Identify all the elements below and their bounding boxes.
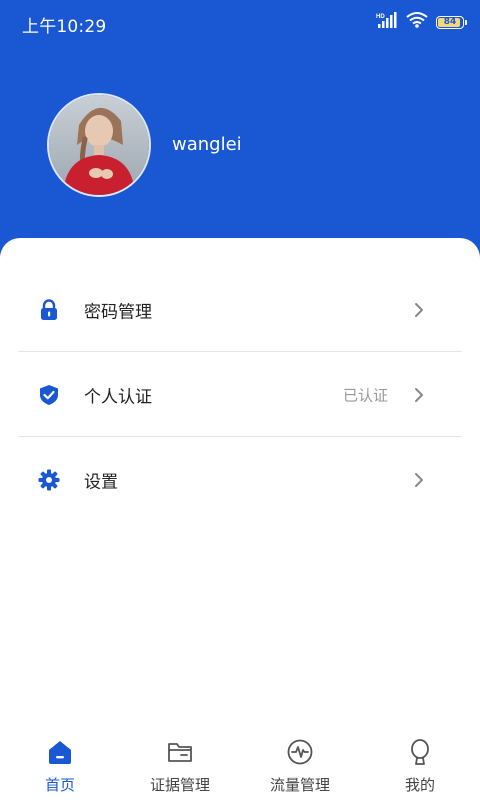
menu-item-password[interactable]: 密码管理 [0,268,480,352]
battery-level: 84 [443,16,457,27]
verify-status: 已认证 [342,386,388,405]
tab-label: 首页 [44,776,75,794]
chevron-right-icon [414,302,424,318]
menu-label-verify: 个人认证 [84,387,152,408]
divider [18,436,462,437]
battery-icon: 84 [436,15,467,29]
pulse-icon [286,738,314,766]
tab-mine[interactable]: 我的 [360,730,480,800]
menu-label-settings: 设置 [84,472,118,493]
shield-check-icon [38,384,60,406]
gear-icon [38,469,60,491]
divider [18,351,462,352]
tab-label: 我的 [404,776,435,794]
menu-label-password: 密码管理 [84,302,152,323]
tab-evidence[interactable]: 证据管理 [120,730,240,800]
tab-label: 证据管理 [149,776,210,794]
signal-icon: HD [376,12,398,32]
tab-label: 流量管理 [269,776,330,794]
chevron-right-icon [414,387,424,403]
folder-icon [166,738,194,766]
bottom-tab-bar: 首页 证据管理 流量管理 我的 [0,730,480,800]
menu-item-settings[interactable]: 设置 [0,438,480,522]
tab-traffic[interactable]: 流量管理 [240,730,360,800]
status-time: 上午10:29 [22,17,107,37]
menu-item-verify[interactable]: 个人认证 已认证 [0,353,480,437]
status-icons: HD 84 [376,12,467,32]
avatar[interactable] [47,93,151,197]
tab-home[interactable]: 首页 [0,730,120,800]
person-icon [406,738,434,766]
chevron-right-icon [414,472,424,488]
lock-icon [38,299,60,321]
status-bar: 上午10:29 HD 84 [0,0,480,44]
wifi-icon [406,12,428,32]
menu-card: 密码管理 个人认证 已认证 设置 [0,238,480,800]
profile-header: 上午10:29 HD 84 wanglei [0,0,480,262]
network-label: HD [376,14,385,20]
username: wanglei [172,134,242,155]
home-icon [46,738,74,766]
